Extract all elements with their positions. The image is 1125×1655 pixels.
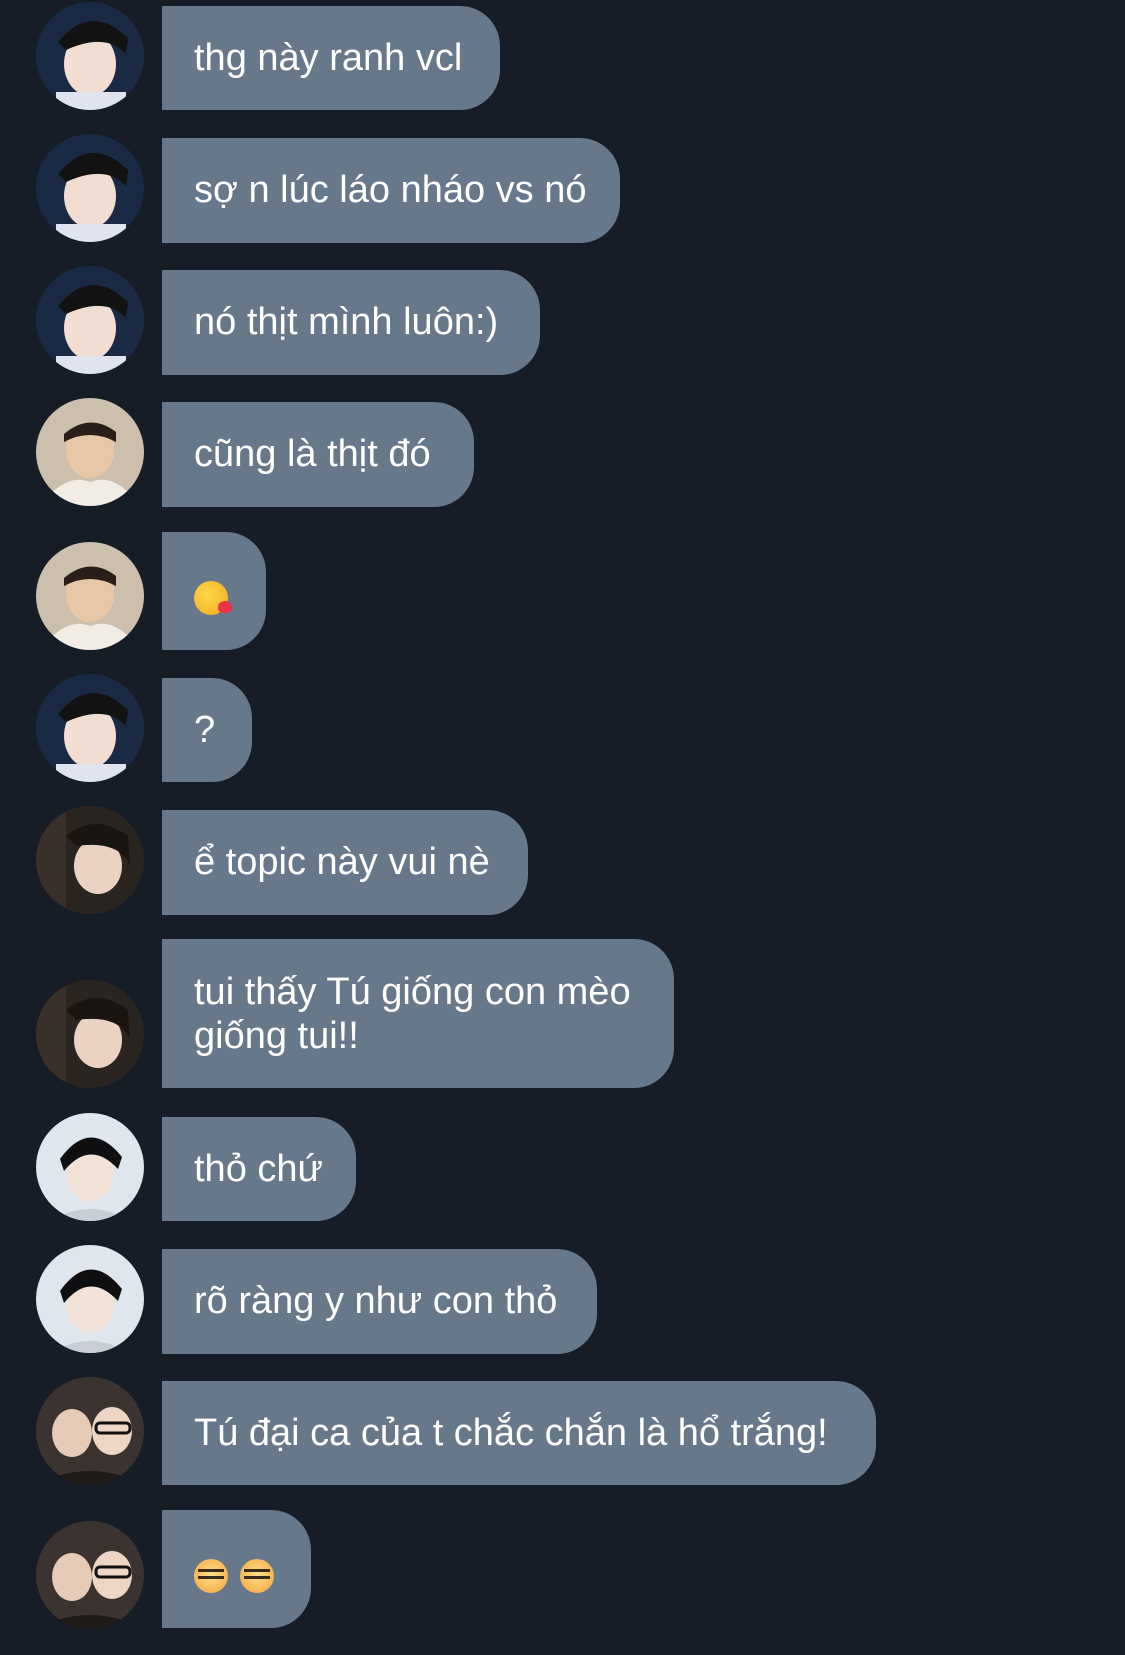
message-bubble[interactable]: thg này ranh vcl xyxy=(162,6,500,110)
chat-thread: thg này ranh vcl sợ n lúc láo nháo vs nó… xyxy=(0,0,1125,1655)
message-bubble[interactable]: rõ ràng y như con thỏ xyxy=(162,1249,597,1354)
message-bubble[interactable]: ể topic này vui nè xyxy=(162,810,528,915)
message-bubble[interactable] xyxy=(162,532,266,650)
message-bubble[interactable]: thỏ chứ xyxy=(162,1117,356,1221)
message-bubble[interactable]: nó thịt mình luôn:) xyxy=(162,270,540,375)
message-bubble[interactable]: tui thấy Tú giống con mèo giống tui!! xyxy=(162,939,674,1088)
message-bubble[interactable]: cũng là thịt đó xyxy=(162,402,474,507)
avatar[interactable] xyxy=(36,1113,144,1221)
avatar[interactable] xyxy=(36,806,144,914)
avatar[interactable] xyxy=(36,1377,144,1485)
avatar[interactable] xyxy=(36,2,144,110)
avatar[interactable] xyxy=(36,1245,144,1353)
avatar[interactable] xyxy=(36,134,144,242)
message-bubble[interactable] xyxy=(162,1510,311,1628)
avatar[interactable] xyxy=(36,1521,144,1629)
avatar[interactable] xyxy=(36,674,144,782)
tiger-face-emoji-icon xyxy=(194,1559,228,1594)
message-bubble[interactable]: sợ n lúc láo nháo vs nó xyxy=(162,138,620,243)
kissing-face-emoji-icon xyxy=(194,581,232,616)
tiger-face-emoji-icon xyxy=(240,1559,274,1594)
message-bubble[interactable]: ? xyxy=(162,678,252,782)
avatar[interactable] xyxy=(36,266,144,374)
message-bubble[interactable]: Tú đại ca của t chắc chắn là hổ trắng! xyxy=(162,1381,876,1485)
avatar[interactable] xyxy=(36,542,144,650)
avatar[interactable] xyxy=(36,980,144,1088)
avatar[interactable] xyxy=(36,398,144,506)
